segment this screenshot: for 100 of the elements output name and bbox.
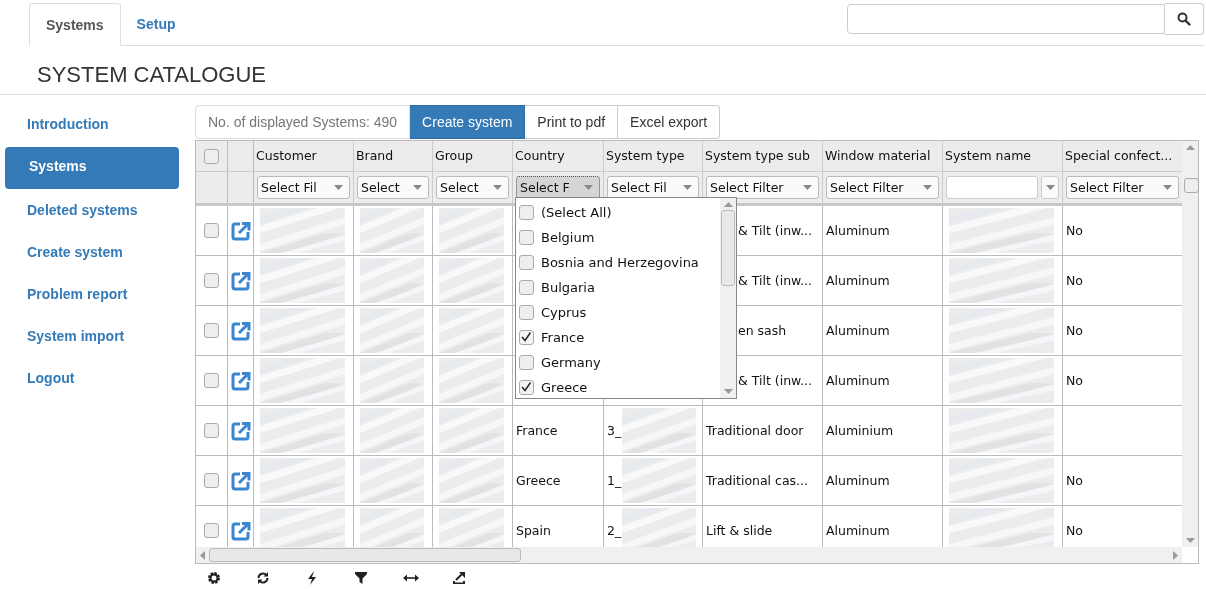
filter-option[interactable]: (Select All) (541, 205, 612, 220)
scroll-down-icon[interactable] (1185, 538, 1195, 543)
scroll-down-icon[interactable] (723, 389, 733, 394)
sidebar-item[interactable]: Deleted systems (5, 191, 179, 233)
horizontal-scrollbar[interactable] (196, 547, 1182, 563)
row-checkbox[interactable] (204, 323, 219, 338)
search-field[interactable] (847, 4, 1165, 34)
row-checkbox[interactable] (204, 273, 219, 288)
checkbox[interactable] (519, 280, 534, 295)
filter-option[interactable]: Greece (541, 380, 588, 395)
filter-dropdown[interactable]: Select (436, 176, 509, 199)
filter-option[interactable]: Germany (541, 355, 601, 370)
checkbox[interactable] (519, 330, 534, 345)
column-header[interactable]: System name (943, 141, 1063, 171)
table-cell: Aluminum (826, 473, 890, 488)
sidebar-item[interactable]: Logout (5, 359, 179, 401)
edit-link-icon[interactable] (230, 370, 251, 391)
blur-overlay (439, 358, 504, 403)
filter-dropdown[interactable]: Select F (516, 176, 600, 199)
edit-link-icon[interactable] (230, 320, 251, 341)
row-checkbox[interactable] (204, 423, 219, 438)
column-header[interactable]: System type (604, 141, 703, 171)
filter-dropdown[interactable]: Select (357, 176, 429, 199)
menu-scrollbar[interactable] (720, 198, 736, 398)
table-cell: France (516, 423, 558, 438)
checkbox[interactable] (519, 355, 534, 370)
caret-icon (803, 185, 812, 190)
column-header[interactable]: Country (513, 141, 604, 171)
scroll-up-icon[interactable] (1185, 145, 1195, 150)
blur-overlay (439, 208, 504, 253)
page-title: SYSTEM CATALOGUE (0, 46, 1206, 95)
edit-link-icon[interactable] (230, 420, 251, 441)
filter-field[interactable] (946, 176, 1038, 199)
table-cell: No (1066, 523, 1083, 538)
filter-option[interactable]: France (541, 330, 585, 345)
edit-link-icon[interactable] (230, 270, 251, 291)
column-header[interactable]: Brand (354, 141, 433, 171)
table-cell-text: & Tilt (inw... (737, 223, 813, 238)
filter-option[interactable]: Belgium (541, 230, 595, 245)
column-header[interactable]: Group (433, 141, 513, 171)
checkbox[interactable] (519, 255, 534, 270)
edit-link-icon[interactable] (230, 220, 251, 241)
table-cell: Aluminum (826, 273, 890, 288)
sidebar-item[interactable]: Systems (5, 147, 179, 189)
lightning-icon[interactable] (305, 571, 319, 585)
scroll-left-icon[interactable] (200, 550, 205, 560)
sidebar-item[interactable]: System import (5, 317, 179, 359)
blur-overlay (439, 508, 504, 547)
select-all-checkbox[interactable] (204, 148, 219, 164)
toolbar-button[interactable]: Create system (410, 105, 526, 139)
table-cell: Greece (516, 473, 561, 488)
sidebar-item[interactable]: Create system (5, 233, 179, 275)
sidebar-item[interactable]: Introduction (5, 105, 179, 147)
row-checkbox[interactable] (204, 223, 219, 238)
column-header[interactable]: Window material (823, 141, 943, 171)
caret-icon (1163, 185, 1172, 190)
export-icon[interactable] (452, 571, 466, 585)
filter-dropdown[interactable]: Select Filter (826, 176, 939, 199)
blur-overlay (360, 358, 424, 403)
caret-icon (1045, 185, 1055, 190)
systems-count: No. of displayed Systems: 490 (195, 105, 411, 139)
column-header[interactable]: Customer (254, 141, 354, 171)
settings-icon[interactable] (207, 571, 221, 585)
caret-icon (493, 185, 502, 190)
row-checkbox[interactable] (204, 473, 219, 488)
tab[interactable]: Systems (29, 3, 121, 46)
table-cell: 3_ (607, 423, 622, 438)
row-checkbox[interactable] (204, 523, 219, 538)
checkbox[interactable] (519, 230, 534, 245)
table-cell: Aluminum (826, 523, 890, 538)
filter-option[interactable]: Bosnia and Herzegovina (541, 255, 699, 270)
row-checkbox[interactable] (204, 373, 219, 388)
filter-option[interactable]: Bulgaria (541, 280, 595, 295)
table-cell: 2_ (607, 523, 622, 538)
scroll-up-icon[interactable] (723, 202, 733, 207)
filter-dropdown[interactable]: Select Fil (257, 176, 350, 199)
blur-overlay (360, 458, 424, 503)
filter-dropdown[interactable]: Select Fil (607, 176, 699, 199)
vertical-scrollbar[interactable] (1182, 141, 1198, 547)
checkbox[interactable] (519, 305, 534, 320)
sidebar-item[interactable]: Problem report (5, 275, 179, 317)
checkbox[interactable] (1183, 178, 1199, 193)
search-button[interactable] (1165, 3, 1204, 35)
blur-overlay (439, 458, 504, 503)
filter-dropdown-button[interactable] (1041, 176, 1059, 199)
filter-icon[interactable] (354, 571, 368, 585)
checkbox[interactable] (519, 205, 534, 220)
scroll-right-icon[interactable] (1173, 550, 1178, 560)
refresh-icon[interactable] (256, 571, 270, 585)
toolbar-button[interactable]: Print to pdf (525, 105, 619, 139)
checkbox[interactable] (519, 380, 534, 395)
filter-dropdown[interactable]: Select Filter (706, 176, 819, 199)
column-header[interactable]: System type sub (703, 141, 823, 171)
edit-link-icon[interactable] (230, 470, 251, 491)
tab[interactable]: Setup (120, 3, 192, 44)
toolbar-button[interactable]: Excel export (618, 105, 721, 139)
filter-dropdown[interactable]: Select Filter (1066, 176, 1179, 199)
table-cell-text: & Tilt (inw... (737, 373, 813, 388)
edit-link-icon[interactable] (230, 520, 251, 541)
filter-option[interactable]: Cyprus (541, 305, 587, 320)
